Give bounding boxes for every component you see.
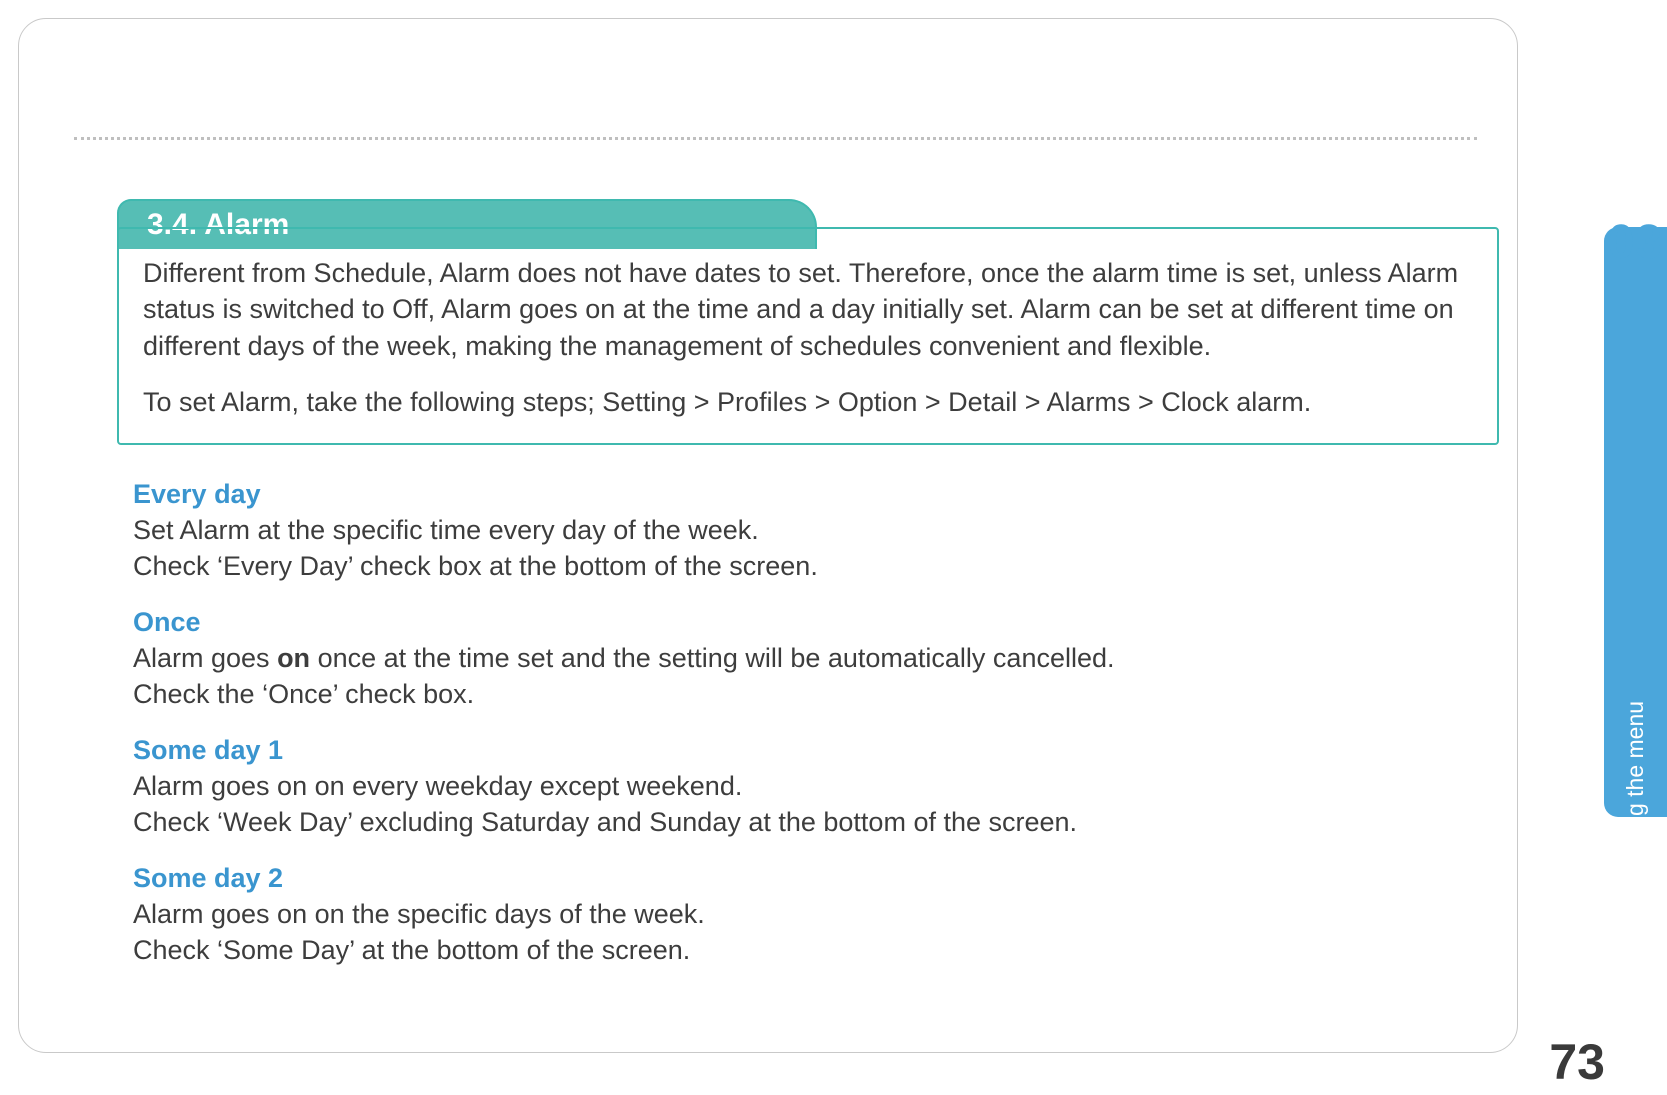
- section-line: Alarm goes on on every weekday except we…: [133, 768, 1483, 804]
- bold-text: on: [277, 643, 310, 673]
- section-line: Check ‘Every Day’ check box at the botto…: [133, 548, 1483, 584]
- section-once: Once Alarm goes on once at the time set …: [133, 607, 1483, 713]
- alarm-options-list: Every day Set Alarm at the specific time…: [133, 479, 1483, 991]
- section-line: Alarm goes on once at the time set and t…: [133, 640, 1483, 676]
- section-line: Alarm goes on on the specific days of th…: [133, 896, 1483, 932]
- section-some-day-2: Some day 2 Alarm goes on on the specific…: [133, 863, 1483, 969]
- section-some-day-1: Some day 1 Alarm goes on on every weekda…: [133, 735, 1483, 841]
- section-line: Check the ‘Once’ check box.: [133, 676, 1483, 712]
- alarm-intro-paragraph-2: To set Alarm, take the following steps; …: [143, 384, 1473, 420]
- section-title: Once: [133, 607, 1483, 638]
- page-number: 73: [1549, 1033, 1605, 1091]
- section-line: Check ‘Week Day’ excluding Saturday and …: [133, 804, 1483, 840]
- section-title: Some day 2: [133, 863, 1483, 894]
- section-title: Some day 1: [133, 735, 1483, 766]
- chapter-number: 03: [1604, 215, 1667, 270]
- section-line: Set Alarm at the specific time every day…: [133, 512, 1483, 548]
- chapter-label: Using the menu: [1622, 701, 1649, 862]
- section-line: Check ‘Some Day’ at the bottom of the sc…: [133, 932, 1483, 968]
- text-fragment: once at the time set and the setting wil…: [310, 643, 1114, 673]
- section-title: Every day: [133, 479, 1483, 510]
- chapter-side-tab: 03 Using the menu: [1604, 227, 1667, 817]
- alarm-intro-paragraph-1: Different from Schedule, Alarm does not …: [143, 255, 1473, 364]
- page-frame: 3.4. Alarm Different from Schedule, Alar…: [18, 18, 1518, 1053]
- text-fragment: Alarm goes: [133, 643, 277, 673]
- alarm-intro-box: Different from Schedule, Alarm does not …: [117, 227, 1499, 445]
- chapter-label-wrap: Using the menu: [1604, 475, 1667, 795]
- section-every-day: Every day Set Alarm at the specific time…: [133, 479, 1483, 585]
- dotted-separator: [74, 137, 1477, 140]
